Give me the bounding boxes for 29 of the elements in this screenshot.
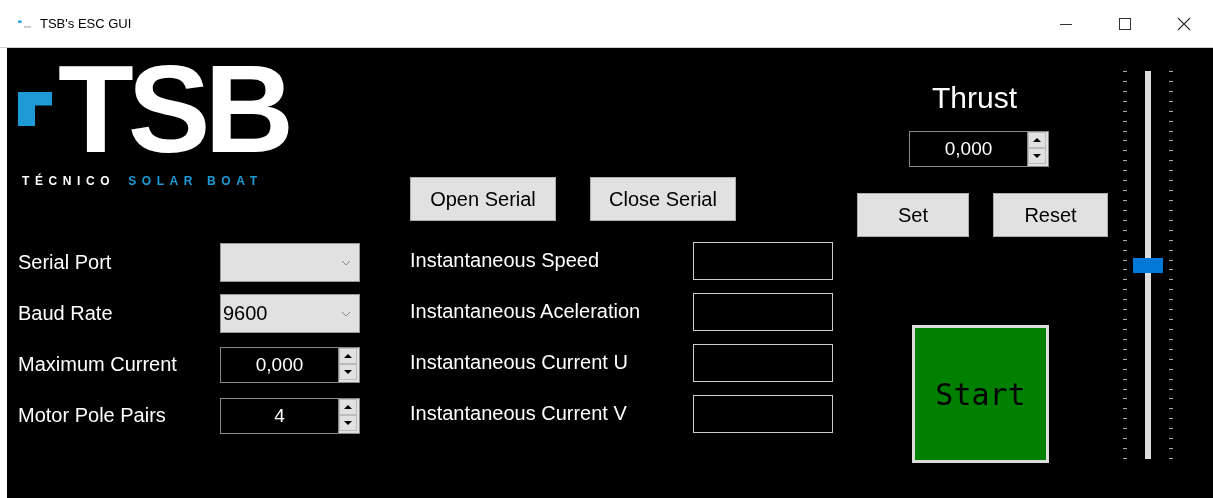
maximize-icon[interactable] [1118, 16, 1132, 31]
number-spinner[interactable]: 0,000 [220, 346, 360, 383]
thrust-spinner[interactable]: 0,000 [909, 131, 1049, 167]
thrust-title: Thrust [932, 81, 1018, 115]
close-icon[interactable] [1177, 16, 1191, 31]
readout-label: Instantaneous Current U [410, 351, 629, 374]
slider-thumb[interactable] [1133, 258, 1163, 273]
thrust-button[interactable]: Reset [993, 193, 1108, 237]
readout-label: Instantaneous Speed [410, 249, 601, 272]
chevron-down-icon [341, 259, 351, 266]
serial-button[interactable]: Close Serial [590, 177, 736, 221]
app-icon [18, 18, 32, 29]
chevron-down-icon [341, 310, 351, 317]
thrust-button[interactable]: Set [857, 193, 969, 237]
start-button[interactable]: Start [912, 325, 1049, 463]
field-label: Baud Rate [18, 302, 114, 325]
readout-label: Instantaneous Aceleration [410, 300, 642, 323]
logo-mark: TSB [58, 54, 288, 164]
field-label: Motor Pole Pairs [18, 404, 167, 427]
number-spinner[interactable]: 4 [220, 397, 360, 434]
logo-tagline: SOLAR BOAT [128, 174, 263, 188]
field-label: Serial Port [18, 251, 113, 274]
dropdown[interactable]: 9600 [220, 294, 360, 333]
logo-tagline: TÉCNICO [22, 174, 116, 188]
logo-accent-icon [18, 92, 52, 126]
window-title: TSB's ESC GUI [40, 16, 132, 31]
readout-label: Instantaneous Current V [410, 402, 628, 425]
serial-button[interactable]: Open Serial [410, 177, 556, 221]
field-label: Maximum Current [18, 353, 178, 376]
